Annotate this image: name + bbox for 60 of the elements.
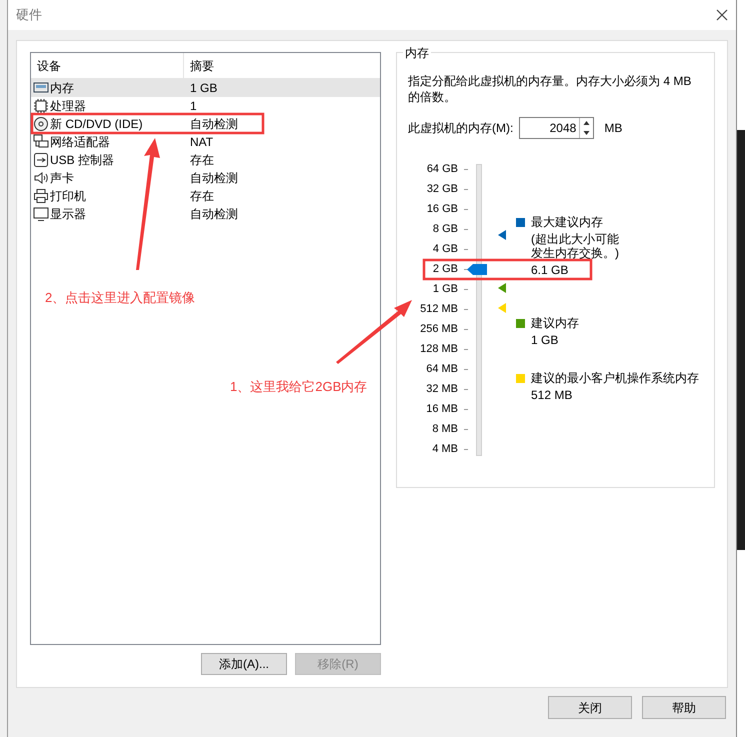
device-summary: 存在 <box>189 152 214 169</box>
window-title: 硬件 <box>16 6 42 24</box>
device-summary: 1 GB <box>189 80 218 97</box>
unit-label: MB <box>604 120 622 137</box>
column-header[interactable]: 设备 <box>31 53 184 78</box>
scale-label: 32 GB <box>426 182 458 197</box>
device-name: 网络适配器 <box>50 134 110 151</box>
disc-icon <box>33 116 49 132</box>
dialog-button[interactable]: 帮助 <box>642 696 726 719</box>
legend-value: 6.1 GB <box>531 263 570 277</box>
device-summary: 存在 <box>189 188 214 205</box>
list-button[interactable]: 添加(A)... <box>201 653 287 675</box>
legend-title: 建议内存 <box>531 316 579 330</box>
legend-title: 建议的最小客户机操作系统内存 <box>531 371 699 385</box>
legend-note: (超出此大小可能发生内存交换。) <box>531 232 620 260</box>
legend-value: 1 GB <box>531 333 560 347</box>
device-summary: 自动检测 <box>189 116 238 133</box>
scale-label: 64 MB <box>426 362 458 377</box>
scale-label: 512 MB <box>420 302 458 317</box>
usb-icon <box>33 152 49 168</box>
scale-label: 8 GB <box>432 222 458 237</box>
scale-label: 128 MB <box>420 342 458 357</box>
slider-thumb[interactable] <box>467 264 487 275</box>
annotation-text: 2、点击这里进入配置镜像 <box>45 289 196 307</box>
scale-label: 16 MB <box>426 402 458 417</box>
device-row[interactable]: 内存 1 GB <box>31 79 380 97</box>
legend-value: 512 MB <box>531 388 574 402</box>
printer-icon <box>33 188 49 204</box>
close-icon[interactable] <box>716 9 728 21</box>
scale-label: 16 GB <box>426 202 458 217</box>
device-name: 新 CD/DVD (IDE) <box>50 116 143 133</box>
device-summary: 1 <box>189 98 197 115</box>
device-name: 打印机 <box>50 188 86 205</box>
scale-label: 4 MB <box>432 442 458 457</box>
device-summary: 自动检测 <box>189 170 238 187</box>
field-label: 此虚拟机的内存(M): <box>408 120 514 137</box>
scale-label: 4 GB <box>432 242 458 257</box>
scale-label: 32 MB <box>426 382 458 397</box>
scale-label: 1 GB <box>432 282 458 297</box>
device-name: 显示器 <box>50 206 86 223</box>
chip-icon <box>33 98 49 114</box>
speaker-icon <box>33 170 49 186</box>
dialog-button[interactable]: 关闭 <box>548 696 632 719</box>
device-name: 处理器 <box>50 98 86 115</box>
network-icon <box>33 134 49 150</box>
legend-title: 最大建议内存 <box>531 215 604 229</box>
device-name: USB 控制器 <box>50 152 114 169</box>
device-name: 声卡 <box>50 170 74 187</box>
scale-label: 64 GB <box>426 162 458 177</box>
device-name: 内存 <box>50 80 74 97</box>
device-summary: NAT <box>189 134 214 151</box>
device-summary: 自动检测 <box>189 206 238 223</box>
scale-label: 8 MB <box>432 422 458 437</box>
scale-label: 2 GB <box>432 262 458 277</box>
annotation-text: 1、这里我给它2GB内存 <box>230 378 368 396</box>
column-header[interactable]: 摘要 <box>184 56 214 74</box>
scale-label: 256 MB <box>420 322 458 337</box>
memory-input[interactable]: 2048 <box>519 117 594 139</box>
description-text: 指定分配给此虚拟机的内存量。内存大小必须为 4 MB 的倍数。 <box>408 73 692 105</box>
monitor-icon <box>33 206 49 222</box>
